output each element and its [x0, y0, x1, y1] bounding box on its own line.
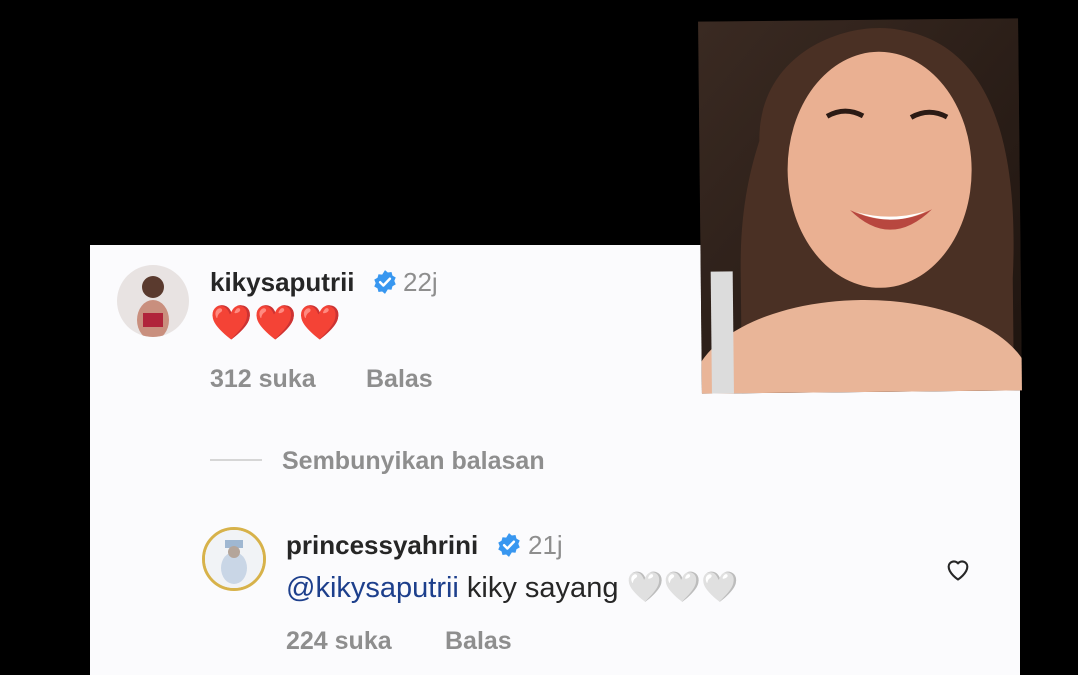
reply-username[interactable]: princessyahrini — [286, 530, 478, 561]
reply-reply-button[interactable]: Balas — [445, 627, 512, 656]
hide-replies-divider — [210, 459, 262, 461]
webcam-overlay — [698, 18, 1022, 394]
reply-text: @kikysaputrii kiky sayang 🤍🤍🤍 — [286, 570, 739, 605]
hide-replies-button[interactable]: Sembunyikan balasan — [282, 447, 545, 476]
reply-hearts: 🤍🤍🤍 — [626, 571, 739, 604]
princessyahrini-avatar[interactable] — [202, 527, 266, 591]
reply-likes[interactable]: 224 suka — [286, 627, 392, 656]
kikysaputrii-avatar[interactable] — [117, 265, 189, 337]
reply-body: kiky sayang — [458, 572, 627, 604]
comment-time: 22j — [403, 267, 438, 297]
verified-badge-icon — [496, 532, 522, 563]
reply-time: 21j — [528, 530, 563, 560]
comment-likes[interactable]: 312 suka — [210, 365, 316, 394]
comment-text: ❤️❤️❤️ — [210, 304, 344, 342]
verified-badge-icon — [372, 269, 398, 300]
reply-mention[interactable]: @kikysaputrii — [286, 572, 459, 604]
heart-outline-icon[interactable] — [944, 556, 972, 587]
comment-reply-button[interactable]: Balas — [366, 365, 433, 394]
comment-username[interactable]: kikysaputrii — [210, 267, 355, 298]
